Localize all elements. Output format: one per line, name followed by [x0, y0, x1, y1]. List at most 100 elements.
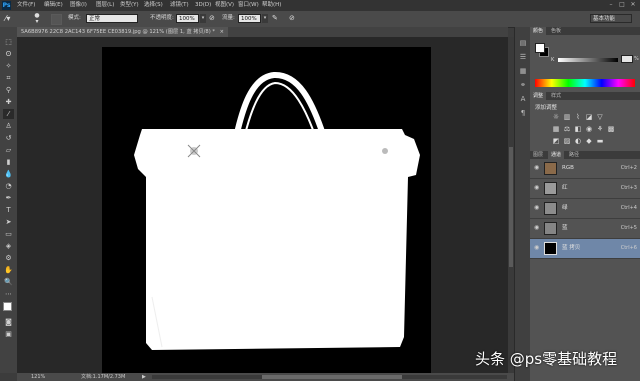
menu-view[interactable]: 视图(V)	[215, 1, 234, 10]
healing-brush-tool-icon[interactable]: ✚	[3, 97, 14, 107]
menu-file[interactable]: 文件(F)	[17, 1, 35, 10]
visibility-eye-icon[interactable]: ◉	[534, 205, 540, 211]
3d-tool-icon[interactable]: ◈	[3, 241, 14, 251]
workspace-select[interactable]: 基本功能	[590, 14, 632, 23]
hue-saturation-adjustment-icon[interactable]: ▦	[552, 125, 560, 133]
3d-camera-tool-icon[interactable]: ⚙	[3, 253, 14, 263]
pressure-opacity-icon[interactable]: ⊘	[209, 14, 218, 23]
status-menu-arrow[interactable]: ▶	[142, 373, 146, 381]
k-slider[interactable]	[558, 58, 618, 62]
adjustments-tab[interactable]: 调整	[530, 92, 547, 100]
exposure-adjustment-icon[interactable]: ◪	[585, 113, 593, 121]
channels-tab[interactable]: 通道	[548, 151, 565, 159]
menu-type[interactable]: 类型(Y)	[120, 1, 139, 10]
flow-dropdown-icon[interactable]: ▾	[262, 14, 268, 23]
blur-tool-icon[interactable]: 💧	[3, 169, 14, 179]
brush-tool-preset-icon[interactable]: ⁄▾	[5, 14, 21, 24]
swatches-tab[interactable]: 色板	[548, 27, 564, 35]
invert-adjustment-icon[interactable]: ◩	[552, 137, 560, 145]
pressure-size-icon[interactable]: ⊘	[289, 14, 298, 23]
document-canvas[interactable]	[102, 47, 431, 373]
k-value-input[interactable]	[621, 55, 633, 63]
menu-select[interactable]: 选择(S)	[144, 1, 163, 10]
channel-row-rgb[interactable]: ◉ RGB Ctrl+2	[530, 159, 640, 179]
lasso-tool-icon[interactable]: ʘ	[3, 49, 14, 59]
type-tool-icon[interactable]: T	[3, 205, 14, 215]
color-lookup-adjustment-icon[interactable]: ▩	[607, 125, 615, 133]
styles-tab[interactable]: 样式	[548, 92, 564, 100]
channel-mixer-adjustment-icon[interactable]: ⚘	[596, 125, 604, 133]
history-panel-icon[interactable]: ▤	[518, 39, 528, 48]
opacity-input[interactable]: 100%	[176, 14, 199, 23]
more-tools-icon[interactable]: ⋯	[3, 289, 14, 299]
clone-stamp-tool-icon[interactable]: ♙	[3, 121, 14, 131]
menu-layer[interactable]: 图层(L)	[96, 1, 114, 10]
menu-image[interactable]: 图像(I)	[70, 1, 87, 10]
marquee-tool-icon[interactable]: ⬚	[3, 37, 14, 47]
gradient-map-adjustment-icon[interactable]: ▬	[596, 137, 604, 145]
threshold-adjustment-icon[interactable]: ◐	[574, 137, 582, 145]
visibility-eye-icon[interactable]: ◉	[534, 225, 540, 231]
menu-window[interactable]: 窗口(W)	[238, 1, 259, 10]
posterize-adjustment-icon[interactable]: ▨	[563, 137, 571, 145]
brightness-adjustment-icon[interactable]: ☼	[552, 113, 560, 121]
visibility-eye-icon[interactable]: ◉	[534, 245, 540, 251]
black-white-adjustment-icon[interactable]: ◧	[574, 125, 582, 133]
foreground-color-swatch[interactable]	[3, 302, 12, 311]
eyedropper-tool-icon[interactable]: ⚲	[3, 85, 14, 95]
visibility-eye-icon[interactable]: ◉	[534, 165, 540, 171]
horizontal-scrollbar[interactable]	[152, 375, 507, 379]
hand-tool-icon[interactable]: ✋	[3, 265, 14, 275]
paths-tab[interactable]: 路径	[566, 151, 582, 159]
color-panel-foreground-swatch[interactable]	[535, 43, 545, 53]
quick-select-tool-icon[interactable]: ✧	[3, 61, 14, 71]
vertical-scroll-thumb[interactable]	[509, 147, 513, 267]
channel-row-green[interactable]: ◉ 绿 Ctrl+4	[530, 199, 640, 219]
menu-3d[interactable]: 3D(D)	[195, 1, 211, 10]
brush-size-picker-icon[interactable]: ● ▾	[30, 13, 44, 25]
clone-source-panel-icon[interactable]: ⚭	[518, 81, 528, 90]
paragraph-panel-icon[interactable]: ¶	[518, 109, 528, 118]
horizontal-scroll-thumb[interactable]	[262, 375, 402, 379]
vibrance-adjustment-icon[interactable]: ▽	[596, 113, 604, 121]
layers-tab[interactable]: 图层	[530, 151, 546, 159]
menu-edit[interactable]: 编辑(E)	[44, 1, 63, 10]
channel-row-red[interactable]: ◉ 红 Ctrl+3	[530, 179, 640, 199]
zoom-level[interactable]: 121%	[31, 373, 45, 381]
color-spectrum-bar[interactable]	[535, 79, 635, 87]
dodge-tool-icon[interactable]: ◔	[3, 181, 14, 191]
menu-filter[interactable]: 滤镜(T)	[170, 1, 189, 10]
history-brush-tool-icon[interactable]: ↺	[3, 133, 14, 143]
color-tab[interactable]: 颜色	[530, 27, 547, 35]
maximize-button[interactable]: □	[617, 1, 627, 9]
screen-mode-icon[interactable]: ▣	[3, 329, 14, 339]
zoom-tool-icon[interactable]: 🔍	[3, 277, 14, 287]
rectangle-tool-icon[interactable]: ▭	[3, 229, 14, 239]
brush-tool-icon[interactable]: ⁄	[3, 109, 14, 119]
menu-help[interactable]: 帮助(H)	[262, 1, 281, 10]
photo-filter-adjustment-icon[interactable]: ◉	[585, 125, 593, 133]
curves-adjustment-icon[interactable]: ⌇	[574, 113, 582, 121]
close-window-button[interactable]: ✕	[628, 1, 638, 9]
flow-input[interactable]: 100%	[238, 14, 261, 23]
selective-color-adjustment-icon[interactable]: ◆	[585, 137, 593, 145]
mode-select[interactable]: 正常	[86, 14, 138, 23]
document-tab[interactable]: 5A6B8976 22C8 2AC143 6F75EE CE03819.jpg …	[17, 27, 228, 37]
visibility-eye-icon[interactable]: ◉	[534, 185, 540, 191]
character-panel-icon[interactable]: A	[518, 95, 528, 104]
airbrush-icon[interactable]: ✎	[272, 14, 281, 23]
quick-mask-icon[interactable]: ◙	[3, 317, 14, 327]
minimize-button[interactable]: –	[606, 1, 616, 9]
path-selection-tool-icon[interactable]: ➤	[3, 217, 14, 227]
opacity-dropdown-icon[interactable]: ▾	[200, 14, 206, 23]
eraser-tool-icon[interactable]: ▱	[3, 145, 14, 155]
close-document-button[interactable]: ×	[220, 29, 224, 35]
color-balance-adjustment-icon[interactable]: ⚖	[563, 125, 571, 133]
properties-panel-icon[interactable]: ☰	[518, 53, 528, 62]
gradient-tool-icon[interactable]: ▮	[3, 157, 14, 167]
levels-adjustment-icon[interactable]: ▥	[563, 113, 571, 121]
pen-tool-icon[interactable]: ✒	[3, 193, 14, 203]
channel-row-blue-copy[interactable]: ◉ 蓝 拷贝 Ctrl+6	[530, 239, 640, 259]
brush-panel-icon[interactable]: ▦	[518, 67, 528, 76]
brush-panel-icon[interactable]	[51, 14, 62, 25]
